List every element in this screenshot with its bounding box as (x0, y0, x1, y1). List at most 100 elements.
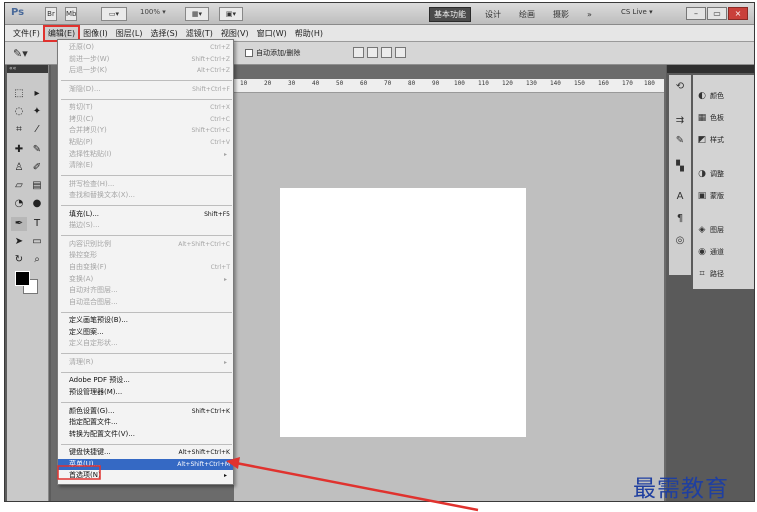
edit-menu-item[interactable]: 描边(S)... (58, 220, 233, 232)
edit-menu-item[interactable]: 还原(O) Ctrl+Z (58, 42, 233, 54)
ruler-number: 30 (288, 80, 296, 87)
edit-menu-item[interactable]: 键盘快捷键... Alt+Shift+Ctrl+K (58, 447, 233, 459)
panel-swatches[interactable]: ▦ 色板 (697, 111, 724, 125)
edit-menu-item[interactable]: 拼写检查(H)... (58, 179, 233, 191)
edit-menu-item[interactable]: 颜色设置(G)... Shift+Ctrl+K (58, 406, 233, 418)
path-selection-tool-icon[interactable]: ➤ (11, 235, 27, 249)
edit-menu-item[interactable]: 填充(L)... Shift+F5 (58, 209, 233, 221)
document-canvas[interactable] (280, 188, 526, 437)
panel-color[interactable]: ◐ 颜色 (697, 89, 724, 103)
brush-panel-icon[interactable]: ✎ (674, 135, 686, 147)
marquee-tool-icon[interactable]: ⬚ (11, 87, 27, 101)
edit-menu-item[interactable]: 自动混合图层... (58, 297, 233, 309)
3d-panel-icon[interactable]: ◎ (674, 235, 686, 247)
brush-tool-icon[interactable]: ✎ (29, 143, 45, 157)
edit-menu-item[interactable]: Adobe PDF 预设... (58, 375, 233, 387)
edit-menu-item-label: 清除(E) (69, 161, 93, 170)
workspace-more[interactable]: » (583, 9, 596, 20)
gradient-tool-icon[interactable]: ▤ (29, 179, 45, 193)
edit-menu-item-label: 拷贝(C) (69, 114, 94, 123)
clone-stamp-tool-icon[interactable]: ♙ (11, 161, 27, 175)
panel-masks[interactable]: ▣ 蒙版 (697, 189, 724, 203)
edit-menu-item[interactable]: 变换(A) ▸ (58, 274, 233, 286)
edit-menu-item[interactable]: 后退一步(K) Alt+Ctrl+Z (58, 65, 233, 77)
edit-menu-item[interactable]: 拷贝(C) Ctrl+C (58, 114, 233, 126)
screen-mode-icon[interactable]: ▣▾ (219, 7, 243, 21)
workspace-design[interactable]: 设计 (481, 8, 505, 21)
edit-menu-item[interactable]: 菜单(U)... Alt+Shift+Ctrl+M (58, 458, 233, 471)
auto-add-delete-option[interactable]: 自动添加/删除 (245, 48, 300, 58)
edit-menu-item[interactable]: 查找和替换文本(X)... (58, 190, 233, 202)
pen-tool-icon[interactable]: ✒ (11, 217, 27, 231)
edit-menu-item[interactable]: 定义自定形状... (58, 338, 233, 350)
foreground-color-swatch[interactable] (15, 271, 30, 286)
edit-menu-item[interactable]: 指定配置文件... (58, 417, 233, 429)
edit-menu-item[interactable]: 粘贴(P) Ctrl+V (58, 137, 233, 149)
zoom-level[interactable]: 100% ▾ (140, 8, 166, 16)
path-exclude-icon[interactable] (395, 47, 406, 58)
path-intersect-icon[interactable] (381, 47, 392, 58)
menu-window[interactable]: 窗口(W) (253, 26, 291, 41)
edit-menu-item[interactable]: 前进一步(W) Shift+Ctrl+Z (58, 54, 233, 66)
quick-select-tool-icon[interactable]: ✦ (29, 105, 45, 119)
3d-rotate-tool-icon[interactable]: ↻ (11, 253, 27, 267)
dodge-tool-icon[interactable]: ● (29, 197, 45, 211)
path-add-icon[interactable] (353, 47, 364, 58)
blur-tool-icon[interactable]: ◔ (11, 197, 27, 211)
eyedropper-tool-icon[interactable]: ⁄ (29, 123, 45, 137)
maximize-button[interactable]: ▭ (707, 7, 727, 20)
cs-live[interactable]: CS Live ▾ (621, 8, 653, 16)
panel-dock-header[interactable] (667, 65, 754, 73)
auto-add-delete-label: 自动添加/删除 (256, 49, 301, 57)
actions-panel-icon[interactable]: ⇉ (674, 115, 686, 127)
menu-help[interactable]: 帮助(H) (291, 26, 327, 41)
edit-menu-item[interactable]: 内容识别比例 Alt+Shift+Ctrl+C (58, 239, 233, 251)
panel-adjustments[interactable]: ◑ 调整 (697, 167, 724, 181)
panel-channels[interactable]: ◉ 通道 (697, 245, 724, 259)
auto-add-delete-checkbox[interactable] (245, 49, 253, 57)
paragraph-panel-icon[interactable]: ¶ (674, 213, 686, 225)
clone-source-panel-icon[interactable]: ▚ (674, 161, 686, 173)
menu-file[interactable]: 文件(F) (9, 26, 44, 41)
view-extras-icon[interactable]: ▭▾ (101, 7, 127, 21)
history-brush-tool-icon[interactable]: ✐ (29, 161, 45, 175)
history-panel-icon[interactable]: ⟲ (674, 81, 686, 93)
edit-menu-item[interactable]: 自由变换(F) Ctrl+T (58, 262, 233, 274)
shape-tool-icon[interactable]: ▭ (29, 235, 45, 249)
edit-menu-item[interactable]: 选择性粘贴(I) ▸ (58, 149, 233, 161)
arrange-documents-icon[interactable]: ▦▾ (185, 7, 209, 21)
edit-menu-item[interactable]: 首选项(N) ▸ (58, 470, 233, 482)
eraser-tool-icon[interactable]: ▱ (11, 179, 27, 193)
edit-menu-item[interactable]: 自动对齐图层... (58, 285, 233, 297)
workspace-painting[interactable]: 绘画 (515, 8, 539, 21)
move-tool-icon[interactable]: ▸ (29, 87, 45, 101)
tools-panel-header[interactable]: «« (7, 65, 48, 73)
edit-menu-item[interactable]: 剪切(T) Ctrl+X (58, 102, 233, 114)
edit-menu-item[interactable]: 转换为配置文件(V)... (58, 429, 233, 441)
close-button[interactable]: × (728, 7, 748, 20)
edit-menu-item[interactable]: 合并拷贝(Y) Shift+Ctrl+C (58, 125, 233, 137)
character-panel-icon[interactable]: A (674, 191, 686, 203)
healing-brush-tool-icon[interactable]: ✚ (11, 143, 27, 157)
lasso-tool-icon[interactable]: ◌ (11, 105, 27, 119)
edit-menu-item[interactable]: 定义画笔预设(B)... (58, 315, 233, 327)
pen-tool-preset-icon[interactable]: ✎▾ (13, 47, 28, 60)
path-subtract-icon[interactable] (367, 47, 378, 58)
minibridge-icon[interactable]: Mb (65, 7, 77, 21)
edit-menu-item[interactable]: 清理(R) ▸ (58, 357, 233, 369)
type-tool-icon[interactable]: T (29, 217, 45, 231)
crop-tool-icon[interactable]: ⌗ (11, 123, 27, 137)
workspace-photography[interactable]: 摄影 (549, 8, 573, 21)
edit-menu-item[interactable]: 操控变形 (58, 250, 233, 262)
edit-menu-item[interactable]: 预设管理器(M)... (58, 387, 233, 399)
workspace-essentials[interactable]: 基本功能 (429, 6, 471, 22)
minimize-button[interactable]: – (686, 7, 706, 20)
panel-styles[interactable]: ◩ 样式 (697, 133, 724, 147)
bridge-icon[interactable]: Br (45, 7, 57, 21)
edit-menu-item[interactable]: 渐隐(D)... Shift+Ctrl+F (58, 84, 233, 96)
edit-menu-item[interactable]: 定义图案... (58, 327, 233, 339)
edit-menu-item[interactable]: 清除(E) (58, 160, 233, 172)
zoom-tool-icon[interactable]: ⌕ (29, 253, 45, 267)
panel-paths[interactable]: ⌗ 路径 (697, 267, 724, 281)
panel-layers[interactable]: ◈ 图层 (697, 223, 724, 237)
